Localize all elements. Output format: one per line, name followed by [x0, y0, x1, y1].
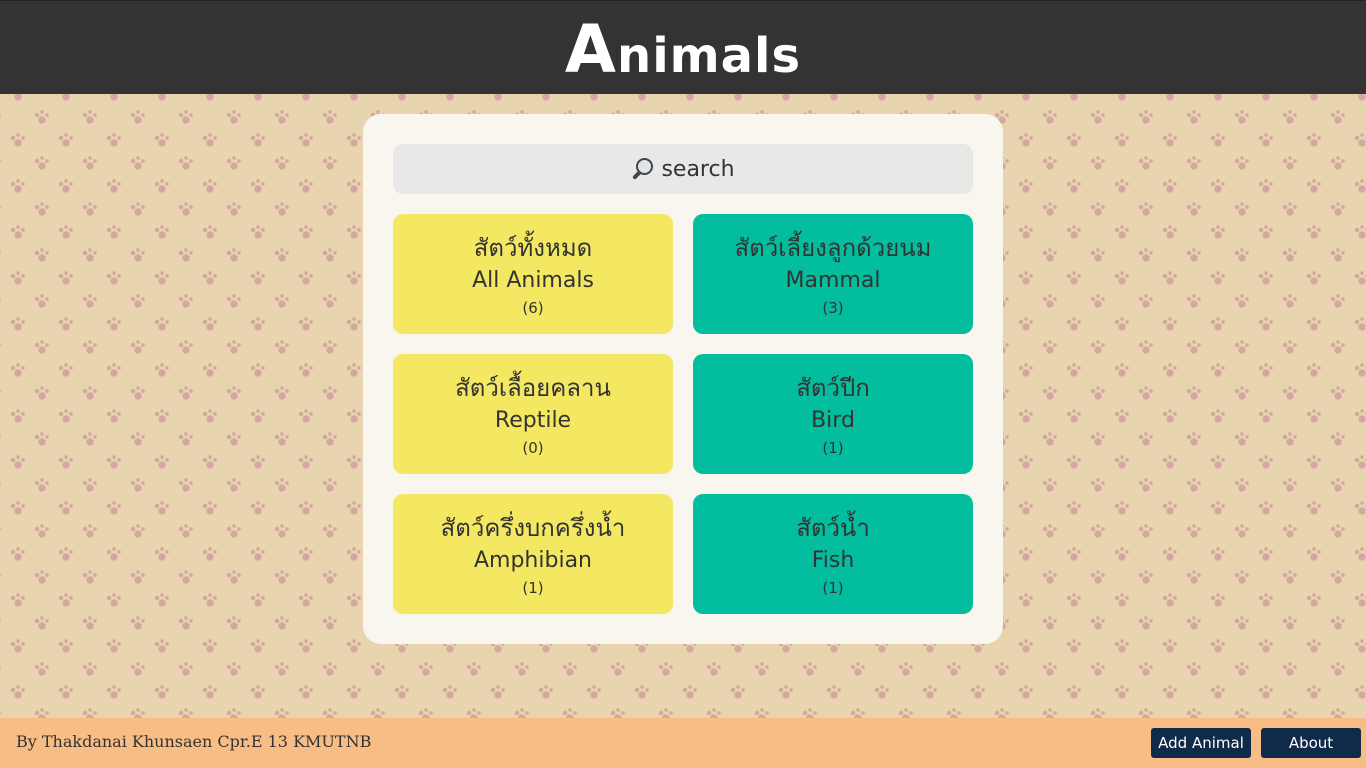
category-english-name: Bird: [811, 408, 855, 433]
category-mammal[interactable]: สัตว์เลี้ยงลูกด้วยนม Mammal (3): [693, 214, 973, 334]
category-english-name: Reptile: [494, 408, 572, 433]
about-button[interactable]: About: [1261, 728, 1361, 758]
category-thai-name: สัตว์น้ำ: [796, 514, 870, 542]
app-logo[interactable]: Animals: [0, 15, 1366, 85]
logo-letter-a: A: [564, 11, 618, 88]
category-thai-name: สัตว์ทั้งหมด: [473, 234, 593, 262]
category-count: (6): [522, 299, 544, 317]
add-animal-button[interactable]: Add Animal: [1151, 728, 1251, 758]
category-amphibian[interactable]: สัตว์ครึ่งบกครึ่งน้ำ Amphibian (1): [393, 494, 673, 614]
category-bird[interactable]: สัตว์ปีก Bird (1): [693, 354, 973, 474]
category-english-name: Amphibian: [473, 548, 592, 573]
category-thai-name: สัตว์ครึ่งบกครึ่งน้ำ: [440, 514, 626, 542]
magnifier-icon: [631, 158, 654, 180]
header-bar: Animals: [0, 0, 1366, 94]
footer-bar: By Thakdanai Khunsaen Cpr.E 13 KMUTNB Ad…: [0, 718, 1366, 768]
category-panel: search สัตว์ทั้งหมด All Animals (6) สัตว…: [363, 114, 1003, 644]
category-count: (3): [822, 299, 844, 317]
search-placeholder: search: [661, 156, 735, 182]
category-reptile[interactable]: สัตว์เลื้อยคลาน Reptile (0): [393, 354, 673, 474]
logo-text: nimals: [617, 28, 802, 84]
category-english-name: Mammal: [785, 268, 881, 293]
category-count: (1): [822, 579, 844, 597]
category-thai-name: สัตว์เลื้อยคลาน: [455, 374, 611, 402]
category-count: (0): [522, 439, 544, 457]
category-count: (1): [522, 579, 544, 597]
category-all-animals[interactable]: สัตว์ทั้งหมด All Animals (6): [393, 214, 673, 334]
category-english-name: Fish: [811, 548, 855, 573]
category-english-name: All Animals: [472, 268, 594, 293]
search-bar[interactable]: search: [393, 144, 973, 194]
category-thai-name: สัตว์ปีก: [796, 374, 870, 402]
category-fish[interactable]: สัตว์น้ำ Fish (1): [693, 494, 973, 614]
category-count: (1): [822, 439, 844, 457]
author-credit: By Thakdanai Khunsaen Cpr.E 13 KMUTNB: [16, 732, 372, 751]
category-thai-name: สัตว์เลี้ยงลูกด้วยนม: [734, 234, 932, 262]
